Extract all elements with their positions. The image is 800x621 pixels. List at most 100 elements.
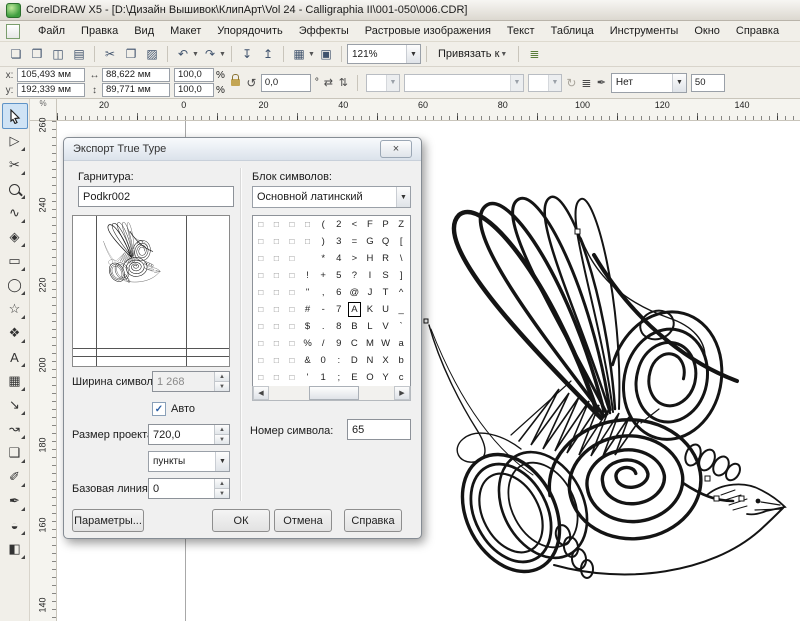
character-cell[interactable]: + — [315, 267, 331, 284]
character-cell[interactable]: B — [347, 318, 363, 335]
text-tool[interactable]: A — [3, 345, 27, 369]
help-button[interactable]: Справка — [344, 509, 402, 532]
save-icon[interactable]: ◫ — [48, 45, 68, 64]
character-cell[interactable]: ' — [300, 369, 316, 386]
character-cell[interactable]: X — [378, 352, 394, 369]
character-cell[interactable]: # — [300, 301, 316, 318]
chevron-down-icon[interactable]: ▼ — [396, 187, 410, 207]
character-cell[interactable]: D — [347, 352, 363, 369]
paste-icon[interactable]: ▨ — [142, 45, 162, 64]
mirror-vertical-icon[interactable]: ⇅ — [338, 76, 349, 89]
character-cell[interactable]: □ — [269, 284, 285, 301]
character-cell[interactable]: □ — [269, 335, 285, 352]
welcome-screen-icon[interactable]: ▣ — [316, 45, 336, 64]
character-cell[interactable]: □ — [284, 233, 300, 250]
character-cell[interactable]: Z — [393, 216, 409, 233]
menu-item-1[interactable]: Файл — [30, 23, 73, 39]
character-cell[interactable]: E — [347, 369, 363, 386]
print-icon[interactable]: ▤ — [69, 45, 89, 64]
chevron-down-icon[interactable]: ▼ — [215, 452, 229, 471]
project-size-value[interactable]: 720,0 — [149, 425, 214, 444]
scale-x-field[interactable]: 100,0 — [174, 68, 214, 82]
character-cell[interactable]: F — [362, 216, 378, 233]
character-cell[interactable]: □ — [253, 301, 269, 318]
menu-item-11[interactable]: Окно — [686, 23, 728, 39]
new-document-icon[interactable]: ❏ — [6, 45, 26, 64]
character-cell[interactable] — [300, 250, 316, 267]
character-cell[interactable]: @ — [347, 284, 363, 301]
menu-item-5[interactable]: Упорядочить — [209, 23, 290, 39]
connector-tool[interactable]: ↝ — [3, 417, 27, 441]
x-coordinate-field[interactable]: 105,493 мм — [17, 68, 85, 82]
character-cell[interactable]: / — [315, 335, 331, 352]
spin-up-icon[interactable]: ▲ — [215, 425, 229, 435]
character-cell[interactable]: □ — [253, 216, 269, 233]
blend-tool[interactable]: ❑ — [3, 441, 27, 465]
chevron-down-icon[interactable]: ▼ — [308, 51, 315, 58]
character-cell[interactable]: □ — [253, 335, 269, 352]
character-cell[interactable]: R — [378, 250, 394, 267]
character-cell[interactable]: [ — [393, 233, 409, 250]
character-cell[interactable]: □ — [269, 352, 285, 369]
character-cell[interactable]: b — [393, 352, 409, 369]
cancel-button[interactable]: Отмена — [274, 509, 332, 532]
parameters-button[interactable]: Параметры... — [72, 509, 144, 532]
chevron-down-icon[interactable]: ▼ — [406, 45, 420, 63]
character-cell[interactable]: □ — [284, 250, 300, 267]
chevron-down-icon[interactable]: ▼ — [192, 51, 199, 58]
menu-item-8[interactable]: Текст — [499, 23, 543, 39]
character-cell[interactable]: □ — [269, 216, 285, 233]
character-cell[interactable]: ; — [331, 369, 347, 386]
character-cell[interactable]: 6 — [331, 284, 347, 301]
character-cell[interactable]: □ — [269, 233, 285, 250]
outline-pen-tool[interactable]: ✒ — [3, 489, 27, 513]
character-cell[interactable]: □ — [253, 284, 269, 301]
scale-y-field[interactable]: 100,0 — [174, 83, 214, 97]
cut-icon[interactable]: ✂ — [100, 45, 120, 64]
character-cell[interactable]: □ — [284, 369, 300, 386]
undo-icon[interactable]: ↶ — [173, 45, 193, 64]
character-cell[interactable]: □ — [284, 284, 300, 301]
character-cell[interactable]: ! — [300, 267, 316, 284]
dialog-title-bar[interactable]: Экспорт True Type × — [64, 138, 421, 161]
character-cell[interactable]: 2 — [331, 216, 347, 233]
object-width-field[interactable]: 88,622 мм — [102, 68, 170, 82]
character-cell[interactable]: P — [378, 216, 394, 233]
character-cell[interactable]: H — [362, 250, 378, 267]
character-cell[interactable]: & — [300, 352, 316, 369]
options-icon[interactable]: ≣ — [524, 45, 544, 64]
character-cell[interactable]: W — [378, 335, 394, 352]
character-cell[interactable]: 4 — [331, 250, 347, 267]
fill-tool[interactable]: ◒ — [3, 513, 27, 537]
character-cell[interactable]: = — [347, 233, 363, 250]
character-cell[interactable]: 0 — [315, 352, 331, 369]
character-cell[interactable]: \ — [393, 250, 409, 267]
character-cell[interactable]: □ — [269, 250, 285, 267]
drawing-canvas[interactable]: Экспорт True Type × Гарнитура: Podkr002 … — [57, 121, 800, 621]
character-cell[interactable]: " — [300, 284, 316, 301]
menu-item-3[interactable]: Вид — [126, 23, 162, 39]
smart-fill-tool[interactable]: ◈ — [3, 225, 27, 249]
object-height-field[interactable]: 89,771 мм — [102, 83, 170, 97]
character-cell[interactable]: □ — [253, 250, 269, 267]
spin-down-icon[interactable]: ▼ — [215, 489, 229, 498]
snap-to-dropdown[interactable]: Привязать к ▼ — [432, 48, 513, 60]
menu-item-12[interactable]: Справка — [728, 23, 787, 39]
menu-item-4[interactable]: Макет — [162, 23, 209, 39]
spin-up-icon[interactable]: ▲ — [215, 479, 229, 489]
character-cell[interactable]: □ — [284, 335, 300, 352]
character-cell[interactable]: □ — [253, 233, 269, 250]
scroll-right-icon[interactable]: ▶ — [394, 386, 410, 400]
baseline-value[interactable]: 0 — [149, 479, 214, 498]
character-cell[interactable]: □ — [269, 318, 285, 335]
lock-ratio-icon[interactable] — [231, 79, 240, 86]
import-icon[interactable]: ↧ — [237, 45, 257, 64]
chevron-down-icon[interactable]: ▼ — [672, 74, 686, 92]
basic-shapes-tool[interactable]: ❖ — [3, 321, 27, 345]
ellipse-tool[interactable]: ◯ — [3, 273, 27, 297]
eyedropper-tool[interactable]: ✐ — [3, 465, 27, 489]
vertical-ruler[interactable]: 260240220200180160140 — [30, 121, 56, 621]
character-cell[interactable]: 9 — [331, 335, 347, 352]
character-cell[interactable]: □ — [269, 301, 285, 318]
scrollbar-thumb[interactable] — [309, 386, 359, 400]
